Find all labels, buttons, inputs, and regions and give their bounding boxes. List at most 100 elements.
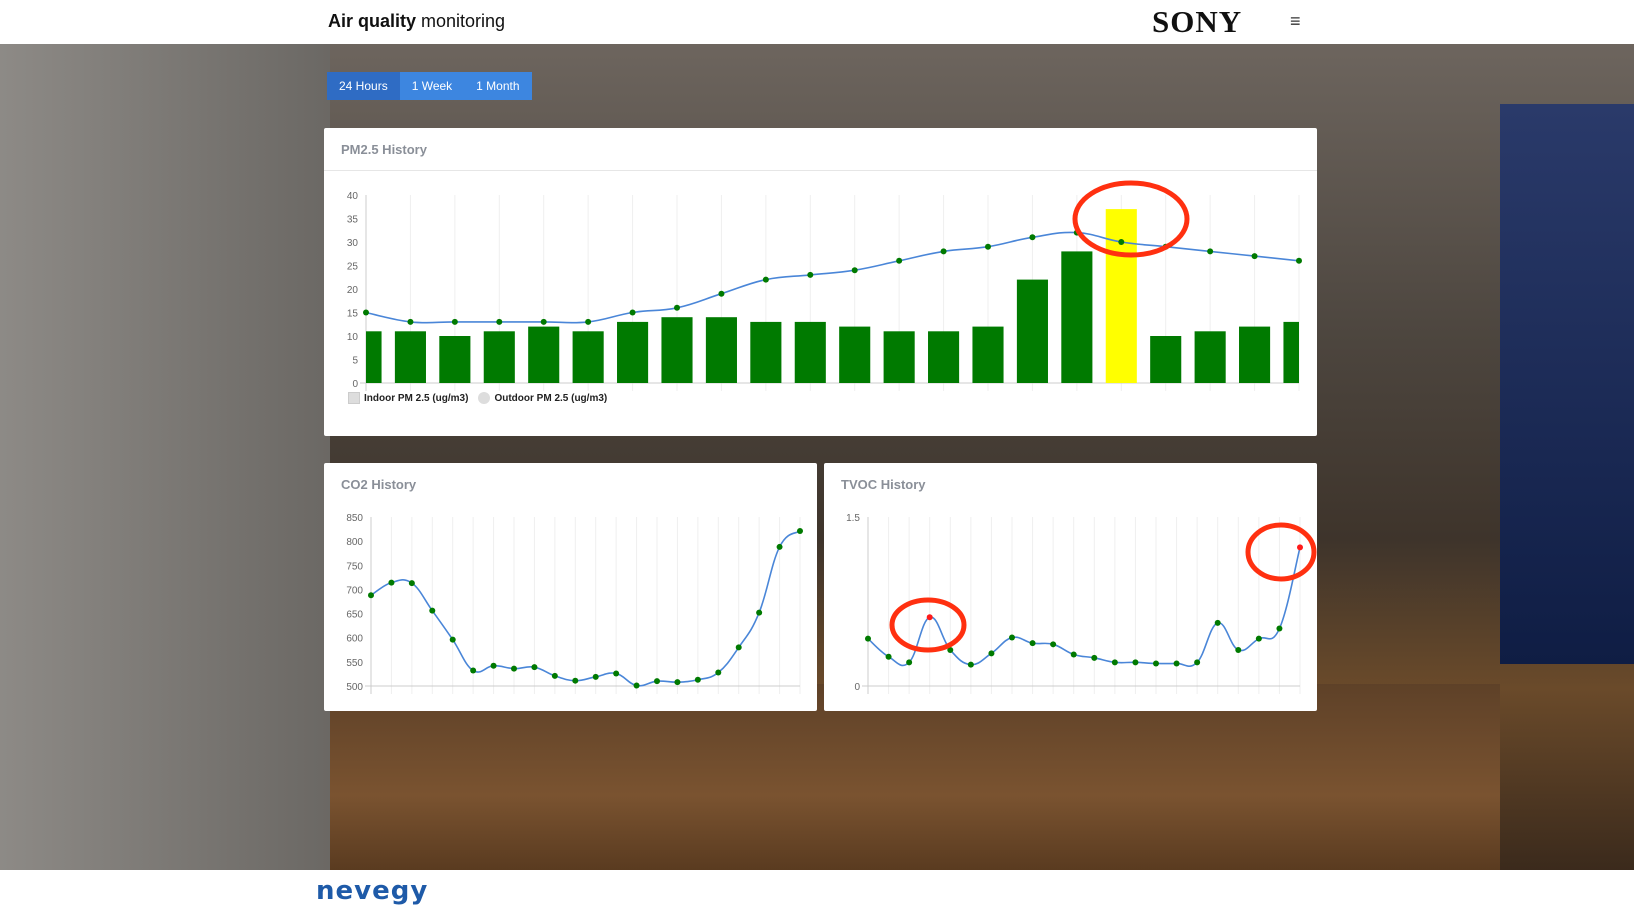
y-tick-label: 20 xyxy=(347,285,359,296)
data-point xyxy=(715,669,722,676)
data-point xyxy=(1296,257,1302,264)
footer: nevegy xyxy=(0,870,1634,918)
data-point xyxy=(735,644,742,651)
data-point xyxy=(1009,634,1015,641)
data-point xyxy=(592,673,599,680)
bar xyxy=(366,331,382,383)
data-point xyxy=(368,592,374,599)
data-point xyxy=(762,276,769,283)
bar xyxy=(839,326,871,383)
data-point xyxy=(470,667,477,674)
data-point xyxy=(1050,641,1057,648)
bar xyxy=(972,326,1004,383)
data-point xyxy=(940,248,947,255)
data-point xyxy=(926,614,933,621)
y-tick-label: 5 xyxy=(352,356,358,367)
range-1-week-button[interactable]: 1 Week xyxy=(399,72,465,100)
y-tick-label: 650 xyxy=(346,610,363,621)
series-line xyxy=(370,530,801,687)
legend-swatch-outdoor[interactable] xyxy=(478,392,491,404)
data-point xyxy=(1153,660,1159,667)
data-point xyxy=(694,676,701,683)
bar xyxy=(705,317,737,383)
legend-swatch-indoor[interactable] xyxy=(348,392,360,404)
data-point xyxy=(674,679,681,686)
top-bar: Air quality monitoring SONY ≡ xyxy=(0,0,1634,44)
y-tick-label: 35 xyxy=(347,215,359,226)
co2-panel: CO2 History 500 550 600 650 700 750 800 850 xyxy=(324,463,817,711)
background-wall xyxy=(0,44,330,870)
pm25-legend: Indoor PM 2.5 (ug/m3) Outdoor PM 2.5 (ug… xyxy=(348,392,607,404)
data-point xyxy=(1207,248,1214,255)
data-point xyxy=(865,635,871,642)
data-point xyxy=(1162,243,1169,250)
data-point xyxy=(490,662,497,669)
bar xyxy=(617,321,649,383)
data-point xyxy=(496,318,503,325)
data-point xyxy=(451,318,458,325)
y-tick-label: 1.5 xyxy=(846,513,860,524)
data-point xyxy=(633,682,640,689)
legend-label-outdoor[interactable]: Outdoor PM 2.5 (ug/m3) xyxy=(494,393,607,404)
range-1-month-button[interactable]: 1 Month xyxy=(464,72,532,100)
data-point xyxy=(896,257,903,264)
bar xyxy=(1061,251,1093,383)
data-point xyxy=(540,318,547,325)
bar xyxy=(794,321,826,383)
data-point xyxy=(429,607,436,614)
bar xyxy=(1239,326,1271,383)
bar xyxy=(928,331,960,383)
data-point xyxy=(776,543,783,550)
y-tick-label: 550 xyxy=(346,658,363,669)
legend-label-indoor[interactable]: Indoor PM 2.5 (ug/m3) xyxy=(364,393,468,404)
tvoc-chart: 01.5 xyxy=(846,513,1303,694)
data-point xyxy=(885,653,892,660)
data-point xyxy=(585,318,592,325)
data-point xyxy=(1194,659,1201,666)
data-point xyxy=(363,309,369,316)
time-range-selector: 24 Hours 1 Week 1 Month xyxy=(327,72,532,100)
background-floor xyxy=(330,684,1500,870)
data-point xyxy=(851,267,858,274)
data-point xyxy=(807,271,814,278)
y-tick-label: 0 xyxy=(352,379,358,390)
data-point xyxy=(1132,659,1139,666)
y-tick-label: 30 xyxy=(347,238,359,249)
background-window xyxy=(1500,104,1634,664)
y-tick-label: 15 xyxy=(347,309,359,320)
y-tick-label: 850 xyxy=(346,513,363,524)
range-24-hours-button[interactable]: 24 Hours xyxy=(327,72,400,100)
app-title-bold: Air quality xyxy=(328,11,417,31)
series-line xyxy=(365,231,1300,324)
data-point xyxy=(1111,659,1118,666)
bar xyxy=(1283,321,1299,383)
y-tick-label: 25 xyxy=(347,262,359,273)
data-point xyxy=(1073,229,1080,236)
data-point xyxy=(511,665,517,672)
bar xyxy=(750,321,782,383)
data-point xyxy=(1091,654,1098,661)
co2-chart: 500 550 600 650 700 750 800 850 xyxy=(346,513,803,694)
data-point xyxy=(1251,253,1258,260)
data-point xyxy=(1276,625,1283,632)
data-point xyxy=(988,650,995,657)
data-point xyxy=(985,243,991,250)
hamburger-icon[interactable]: ≡ xyxy=(1290,11,1301,32)
data-point xyxy=(1118,239,1125,245)
y-tick-label: 750 xyxy=(346,561,363,572)
data-point xyxy=(572,677,579,684)
data-point xyxy=(1029,640,1036,647)
data-point xyxy=(756,609,763,616)
data-point xyxy=(1173,660,1180,667)
data-point xyxy=(449,636,456,643)
data-point xyxy=(408,580,415,587)
bar xyxy=(528,326,560,383)
data-point xyxy=(407,318,414,325)
data-point xyxy=(797,528,803,535)
data-point xyxy=(674,304,680,311)
nevegy-logo: nevegy xyxy=(316,876,429,906)
y-tick-label: 10 xyxy=(347,332,359,343)
bar xyxy=(483,331,515,383)
y-tick-label: 0 xyxy=(854,682,860,693)
data-point xyxy=(531,664,538,671)
